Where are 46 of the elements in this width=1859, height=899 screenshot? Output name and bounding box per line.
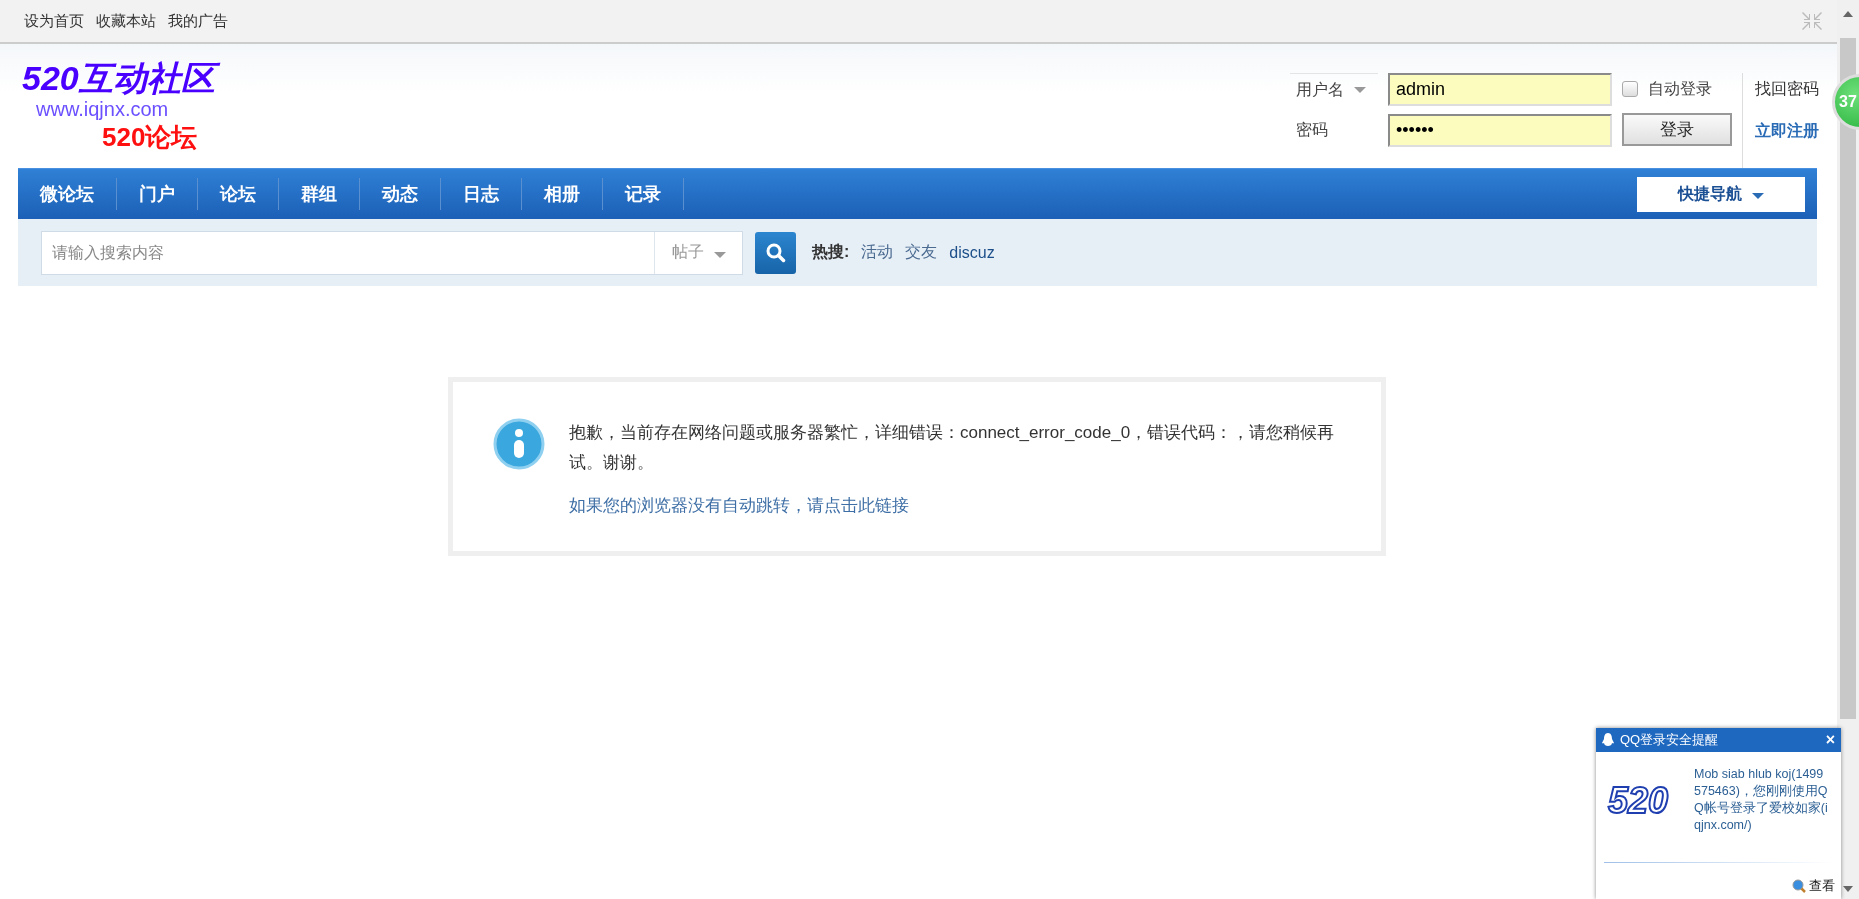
nav-item[interactable]: 群组: [279, 178, 360, 210]
top-link[interactable]: 收藏本站: [96, 11, 156, 31]
hot-search-link[interactable]: 交友: [905, 242, 938, 263]
top-link[interactable]: 我的广告: [168, 11, 228, 31]
username-type-select[interactable]: 用户名: [1290, 73, 1378, 106]
top-link[interactable]: 设为首页: [24, 11, 84, 31]
search-field[interactable]: 请输入搜索内容 帖子: [41, 230, 743, 275]
register-link[interactable]: 立即注册: [1755, 115, 1819, 147]
caret-icon: [713, 251, 726, 258]
scroll-down-arrow-icon[interactable]: [1842, 885, 1854, 893]
nav-item[interactable]: 日志: [441, 178, 522, 210]
login-button[interactable]: 登录: [1622, 113, 1732, 146]
hot-search-link[interactable]: 活动: [861, 242, 894, 263]
site-subtitle: 520论坛: [102, 121, 199, 154]
penguin-icon: [1602, 733, 1614, 747]
password-label: 密码: [1295, 119, 1329, 140]
close-button[interactable]: ×: [1825, 731, 1835, 749]
auto-login-checkbox[interactable]: [1622, 81, 1638, 97]
popup-logo: 520: [1608, 780, 1670, 823]
magnifier-icon: [1792, 879, 1806, 893]
view-link[interactable]: 查看: [1792, 877, 1835, 895]
site-logo-title[interactable]: 520互动社区: [22, 58, 221, 98]
popup-title: QQ登录安全提醒: [1620, 731, 1719, 749]
caret-icon: [1354, 87, 1366, 93]
scroll-up-arrow-icon[interactable]: [1842, 10, 1854, 18]
search-button[interactable]: [755, 231, 796, 274]
info-icon: [493, 418, 545, 470]
caret-icon: [1752, 193, 1764, 199]
username-field[interactable]: admin: [1388, 73, 1612, 106]
search-icon: [765, 242, 786, 263]
quick-nav-button[interactable]: 快捷导航: [1637, 176, 1805, 212]
nav-item[interactable]: 论坛: [198, 178, 279, 210]
error-message: 抱歉，当前存在网络问题或服务器繁忙，详细错误：connect_error_code_0，错误代码：，请您稍候再试。谢谢。: [569, 422, 1336, 474]
auto-login-label[interactable]: 自动登录: [1648, 78, 1712, 100]
nav-item[interactable]: 记录: [603, 178, 684, 210]
popup-message: Mob siab hlub koj(1499575463)，您刚刚使用QQ帐号登录了爱校如家(iqjnx.com/): [1694, 766, 1828, 834]
forgot-password-link[interactable]: 找回密码: [1755, 73, 1819, 105]
nav-item[interactable]: 门户: [117, 178, 198, 210]
nav-item[interactable]: 相册: [522, 178, 603, 210]
site-url: www.iqjnx.com: [36, 98, 170, 120]
nav-item[interactable]: 动态: [360, 178, 441, 210]
nav-item[interactable]: 微论坛: [18, 178, 117, 210]
hot-search-link[interactable]: discuz: [949, 243, 995, 262]
password-field[interactable]: ••••••: [1388, 114, 1612, 147]
redirect-link[interactable]: 如果您的浏览器没有自动跳转，请点击此链接: [569, 496, 909, 515]
hot-search-label: 热搜:: [812, 242, 850, 262]
